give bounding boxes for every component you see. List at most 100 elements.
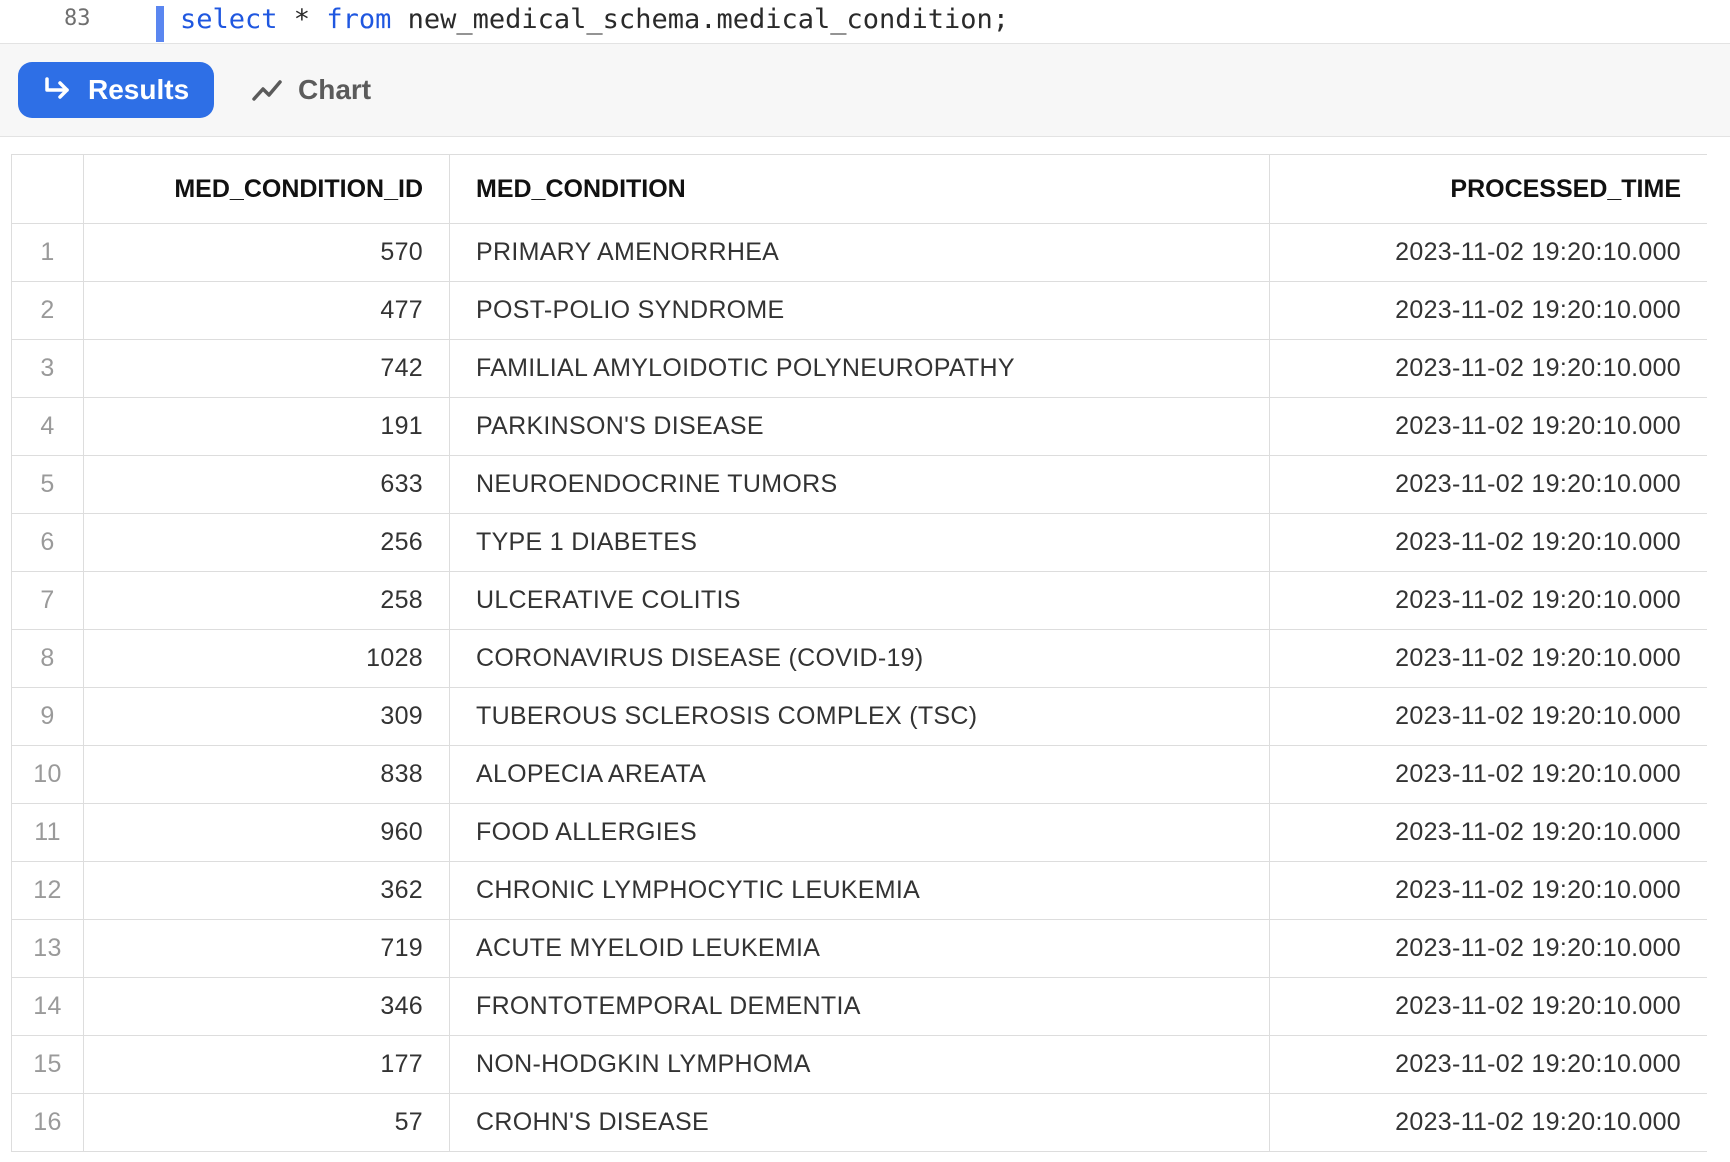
cell-med-condition-id[interactable]: 742 [83,339,450,398]
cell-med-condition[interactable]: FOOD ALLERGIES [449,803,1270,862]
row-number[interactable]: 10 [11,745,84,804]
cell-processed-time[interactable]: 2023-11-02 19:20:10.000 [1269,397,1707,456]
row-number[interactable]: 14 [11,977,84,1036]
cell-med-condition-id[interactable]: 362 [83,861,450,920]
cell-processed-time[interactable]: 2023-11-02 19:20:10.000 [1269,629,1707,688]
cell-med-condition[interactable]: TUBEROUS SCLEROSIS COMPLEX (TSC) [449,687,1270,746]
cell-med-condition-id[interactable]: 309 [83,687,450,746]
table-row[interactable]: 4 191 PARKINSON'S DISEASE 2023-11-02 19:20:… [11,397,1707,456]
results-grid[interactable]: MED_CONDITION_ID MED_CONDITION PROCESSED… [11,154,1707,1162]
cell-processed-time[interactable]: 2023-11-02 19:20:10.000 [1269,513,1707,572]
sql-query[interactable]: select * from new_medical_schema.medical… [180,4,1009,35]
cell-med-condition[interactable]: ALOPECIA AREATA [449,745,1270,804]
column-header-med-condition-id[interactable]: MED_CONDITION_ID [83,154,450,224]
cell-med-condition[interactable]: PARKINSON'S DISEASE [449,397,1270,456]
table-row[interactable]: 15 177 NON-HODGKIN LYMPHOMA 2023-11-02 19:2… [11,1035,1707,1094]
cell-med-condition-id[interactable]: 633 [83,455,450,514]
table-row[interactable]: 11 960 FOOD ALLERGIES 2023-11-02 19:20:10.0… [11,803,1707,862]
table-row[interactable]: 6 256 TYPE 1 DIABETES 2023-11-02 19:20:10.0… [11,513,1707,572]
row-number[interactable]: 13 [11,919,84,978]
cell-processed-time[interactable]: 2023-11-02 19:20:10.000 [1269,803,1707,862]
cell-med-condition-id[interactable]: 838 [83,745,450,804]
row-number[interactable]: 9 [11,687,84,746]
cell-processed-time[interactable]: 2023-11-02 19:20:10.000 [1269,281,1707,340]
cell-med-condition[interactable]: NEUROENDOCRINE TUMORS [449,455,1270,514]
results-table: MED_CONDITION_ID MED_CONDITION PROCESSED… [11,154,1707,1152]
results-button[interactable]: Results [18,62,214,118]
table-row[interactable]: 3 742 FAMILIAL AMYLOIDOTIC POLYNEUROPATHY 2… [11,339,1707,398]
table-row[interactable]: 9 309 TUBEROUS SCLEROSIS COMPLEX (TSC) 2023… [11,687,1707,746]
row-number[interactable]: 15 [11,1035,84,1094]
cell-med-condition-id[interactable]: 256 [83,513,450,572]
row-number[interactable]: 5 [11,455,84,514]
line-number: 83 [64,6,91,31]
cell-processed-time[interactable]: 2023-11-02 19:20:10.000 [1269,223,1707,282]
cell-med-condition[interactable]: FAMILIAL AMYLOIDOTIC POLYNEUROPATHY [449,339,1270,398]
cell-med-condition[interactable]: ACUTE MYELOID LEUKEMIA [449,919,1270,978]
cell-med-condition[interactable]: TYPE 1 DIABETES [449,513,1270,572]
row-number[interactable]: 2 [11,281,84,340]
header-row: MED_CONDITION_ID MED_CONDITION PROCESSED… [11,154,1707,224]
row-number[interactable]: 3 [11,339,84,398]
cell-processed-time[interactable]: 2023-11-02 19:20:10.000 [1269,455,1707,514]
chart-button[interactable]: Chart [252,62,371,118]
cell-med-condition-id[interactable]: 57 [83,1093,450,1152]
column-header-processed-time[interactable]: PROCESSED_TIME [1269,154,1707,224]
star-token: * [277,4,327,35]
row-number[interactable]: 6 [11,513,84,572]
cell-med-condition-id[interactable]: 477 [83,281,450,340]
row-number[interactable]: 4 [11,397,84,456]
cell-med-condition-id[interactable]: 191 [83,397,450,456]
cell-med-condition-id[interactable]: 719 [83,919,450,978]
cell-processed-time[interactable]: 2023-11-02 19:20:10.000 [1269,687,1707,746]
column-header-med-condition[interactable]: MED_CONDITION [449,154,1270,224]
cell-med-condition-id[interactable]: 1028 [83,629,450,688]
table-row[interactable]: 2 477 POST-POLIO SYNDROME 2023-11-02 19:20:… [11,281,1707,340]
row-number[interactable]: 7 [11,571,84,630]
return-arrow-icon [45,77,69,99]
cell-med-condition-id[interactable]: 258 [83,571,450,630]
row-number[interactable]: 8 [11,629,84,688]
cell-med-condition[interactable]: ULCERATIVE COLITIS [449,571,1270,630]
cell-processed-time[interactable]: 2023-11-02 19:20:10.000 [1269,571,1707,630]
cell-processed-time[interactable]: 2023-11-02 19:20:10.000 [1269,977,1707,1036]
cell-processed-time[interactable]: 2023-11-02 19:20:10.000 [1269,1035,1707,1094]
line-chart-icon [252,80,282,101]
cell-med-condition[interactable]: PRIMARY AMENORRHEA [449,223,1270,282]
cell-processed-time[interactable]: 2023-11-02 19:20:10.000 [1269,745,1707,804]
cell-med-condition-id[interactable]: 960 [83,803,450,862]
cell-med-condition-id[interactable]: 177 [83,1035,450,1094]
cell-med-condition[interactable]: CHRONIC LYMPHOCYTIC LEUKEMIA [449,861,1270,920]
cell-med-condition[interactable]: FRONTOTEMPORAL DEMENTIA [449,977,1270,1036]
table-row[interactable]: 1 570 PRIMARY AMENORRHEA 2023-11-02 19:20:1… [11,223,1707,282]
row-number[interactable]: 16 [11,1093,84,1152]
cell-processed-time[interactable]: 2023-11-02 19:20:10.000 [1269,861,1707,920]
active-line-marker [156,6,164,42]
row-number[interactable]: 1 [11,223,84,282]
table-row[interactable]: 8 1028 CORONAVIRUS DISEASE (COVID-19) 2023-… [11,629,1707,688]
row-number-header [11,154,84,224]
table-row[interactable]: 13 719 ACUTE MYELOID LEUKEMIA 2023-11-02 19… [11,919,1707,978]
row-number[interactable]: 12 [11,861,84,920]
cell-med-condition-id[interactable]: 346 [83,977,450,1036]
table-row[interactable]: 7 258 ULCERATIVE COLITIS 2023-11-02 19:20:1… [11,571,1707,630]
results-toolbar: Results Chart [0,44,1730,137]
table-row[interactable]: 5 633 NEUROENDOCRINE TUMORS 2023-11-02 19:2… [11,455,1707,514]
sql-editor[interactable]: 83 select * from new_medical_schema.medi… [0,0,1730,44]
cell-med-condition[interactable]: POST-POLIO SYNDROME [449,281,1270,340]
cell-med-condition[interactable]: NON-HODGKIN LYMPHOMA [449,1035,1270,1094]
cell-med-condition[interactable]: CROHN'S DISEASE [449,1093,1270,1152]
table-row[interactable]: 14 346 FRONTOTEMPORAL DEMENTIA 2023-11-02 1… [11,977,1707,1036]
row-number[interactable]: 11 [11,803,84,862]
table-row[interactable]: 16 57 CROHN'S DISEASE 2023-11-02 19:20:10.0… [11,1093,1707,1152]
cell-processed-time[interactable]: 2023-11-02 19:20:10.000 [1269,339,1707,398]
table-reference: new_medical_schema.medical_condition; [391,4,1010,35]
results-button-label: Results [88,74,190,105]
keyword-select: select [180,4,278,35]
table-row[interactable]: 10 838 ALOPECIA AREATA 2023-11-02 19:20:10.… [11,745,1707,804]
cell-processed-time[interactable]: 2023-11-02 19:20:10.000 [1269,919,1707,978]
table-row[interactable]: 12 362 CHRONIC LYMPHOCYTIC LEUKEMIA 2023-11… [11,861,1707,920]
cell-med-condition[interactable]: CORONAVIRUS DISEASE (COVID-19) [449,629,1270,688]
cell-med-condition-id[interactable]: 570 [83,223,450,282]
cell-processed-time[interactable]: 2023-11-02 19:20:10.000 [1269,1093,1707,1152]
